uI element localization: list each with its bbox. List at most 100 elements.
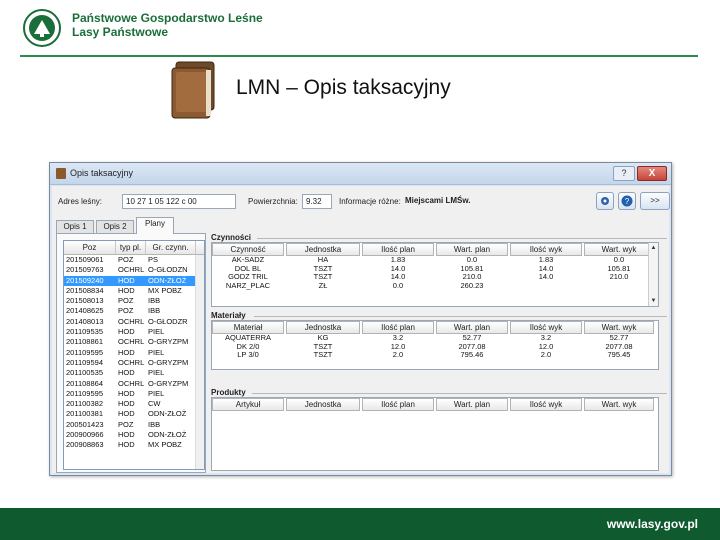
settings-button[interactable] [596,192,614,210]
column-header[interactable]: Wart. wyk [584,243,654,256]
list-scrollbar[interactable] [195,255,204,469]
produkty-grid[interactable]: Artykuł Jednostka Ilość plan Wart. plan Iloś… [211,397,659,471]
list-cell: 201508013 [66,296,104,306]
list-cell: HOD [118,399,135,409]
column-header[interactable]: Jednostka [286,398,360,411]
list-cell: HOD [118,388,135,398]
column-header[interactable]: Czynność [212,243,284,256]
table-cell: 1.83 [390,256,406,264]
column-header[interactable]: Ilość plan [362,321,434,334]
produkty-title: Produkty [211,388,246,397]
col-poz[interactable]: Poz [64,241,116,254]
column-header[interactable]: Ilość wyk [510,243,582,256]
column-header[interactable]: Ilość plan [362,398,434,411]
footer-bar: www.lasy.gov.pl [0,508,720,540]
list-cell: OCHRL [118,265,145,275]
list-cell: 200900966 [66,430,104,440]
list-item[interactable]: 201508013 POZ IBB [64,296,204,306]
list-item[interactable]: 201509763 OCHRL O-GŁODZN [64,265,204,275]
list-cell: 201509240 [66,275,104,285]
column-header[interactable]: Wart. wyk [584,321,654,334]
column-header[interactable]: Materiał [212,321,284,334]
table-cell: KG [317,334,329,342]
info-button[interactable]: ? [618,192,636,210]
help-button[interactable]: ? [613,166,635,181]
list-item[interactable]: 201108861 OCHRL O-GRYZPM [64,337,204,347]
table-cell: 12.0 [538,342,554,351]
address-field[interactable]: 10 27 1 05 122 c 00 [122,194,236,209]
table-cell: AK-SADZ [231,256,265,264]
list-item[interactable]: 201508834 HOD MX POBZ [64,286,204,296]
app-window: Opis taksacyjny ? X Adres leśny: 10 27 1… [49,162,672,476]
tab-opis1[interactable]: Opis 1 [56,220,94,233]
list-item[interactable]: 201100382 HOD CW [64,399,204,409]
table-row[interactable]: LP 3/0 TSZT 2.0 795.46 2.0 795.45 [212,351,658,360]
column-header[interactable]: Ilość wyk [510,321,582,334]
col-typ[interactable]: typ pl. [116,241,146,254]
org-line1: Państwowe Gospodarstwo Leśne [72,11,263,25]
list-cell: O-GRYZPM [148,337,189,347]
table-cell: 14.0 [390,264,406,273]
column-header[interactable]: Ilość plan [362,243,434,256]
table-cell: 3.2 [392,334,404,342]
scroll-up-icon[interactable]: ▲ [650,244,657,252]
list-cell: IBB [148,306,161,316]
list-item[interactable]: 200900966 HOD ODN-ZŁOŻ [64,430,204,440]
table-cell: 105.81 [607,264,631,273]
column-header[interactable]: Artykuł [212,398,284,411]
materialy-grid[interactable]: Materiał Jednostka Ilość plan Wart. plan Ilo… [211,320,659,370]
tab-plany[interactable]: Plany [136,217,174,234]
col-gr[interactable]: Gr. czynn. [146,241,196,254]
close-button[interactable]: X [637,166,667,181]
list-item[interactable]: 201100535 HOD PIEL [64,368,204,378]
table-cell: NARZ_PLAC [225,281,271,290]
table-cell: 0.0 [466,256,478,264]
list-cell: HOD [118,285,135,295]
list-item[interactable]: 201100381 HOD ODN-ZŁOŻ [64,409,204,419]
list-item[interactable]: 201109595 HOD PIEL [64,348,204,358]
column-header[interactable]: Wart. plan [436,243,508,256]
footer-url[interactable]: www.lasy.gov.pl [607,517,698,531]
list-item[interactable]: 201408625 POZ IBB [64,306,204,316]
list-cell: 201509763 [66,265,104,275]
list-item[interactable]: 201109594 OCHRL O-GRYZPM [64,358,204,368]
list-item[interactable]: 201509061 POZ PS [64,255,204,265]
header-divider [20,55,698,57]
window-titlebar[interactable]: Opis taksacyjny ? X [50,163,671,185]
column-header[interactable]: Jednostka [286,321,360,334]
list-cell: ODN-ZŁOŻ [148,409,187,419]
table-row[interactable]: AQUATERRA KG 3.2 52.77 3.2 52.77 [212,334,658,343]
scroll-down-icon[interactable]: ▼ [650,297,657,305]
list-cell: 201109535 [66,327,103,337]
column-header[interactable]: Ilość wyk [510,398,582,411]
czynnosci-scrollbar[interactable]: ▲ ▼ [648,243,658,306]
table-row[interactable]: NARZ_PLAC ZŁ 0.0 260.23 [212,282,658,291]
column-header[interactable]: Jednostka [286,243,360,256]
area-field[interactable]: 9.32 [302,194,332,209]
list-cell: MX POBZ [148,440,182,450]
list-item[interactable]: 201109535 HOD PIEL [64,327,204,337]
list-cell: 200908863 [66,440,104,450]
column-header[interactable]: Wart. plan [436,321,508,334]
list-item[interactable]: 200501423 POZ IBB [64,420,204,430]
table-row[interactable]: GODZ TRIL TSZT 14.0 210.0 14.0 210.0 [212,273,658,282]
window-icon [56,168,66,179]
czynnosci-grid[interactable]: Czynność Jednostka Ilość plan Wart. plan Ilo… [211,242,659,307]
table-row[interactable]: AK-SADZ HA 1.83 0.0 1.83 0.0 [212,256,658,265]
list-item[interactable]: 201408013 OCHRL O-GŁODZR [64,317,204,327]
list-item[interactable]: 201509240 HOD ODN-ZŁOŻ [64,275,204,286]
list-item[interactable]: 200908863 HOD MX POBZ [64,440,204,450]
table-row[interactable]: DOL BL TSZT 14.0 105.81 14.0 105.81 [212,265,658,274]
list-cell: 201108861 [66,337,103,347]
list-item[interactable]: 201109595 HOD PIEL [64,389,204,399]
materialy-title: Materiały [211,311,246,320]
next-button[interactable]: >> [640,192,670,210]
column-header[interactable]: Wart. plan [436,398,508,411]
column-header[interactable]: Wart. wyk [584,398,654,411]
list-cell: PIEL [148,327,165,337]
tab-opis2[interactable]: Opis 2 [96,220,134,233]
address-label: Adres leśny: [58,197,103,206]
list-item[interactable]: 201108864 OCHRL O-GRYZPM [64,379,204,389]
table-row[interactable]: DK 2/0 TSZT 12.0 2077.08 12.0 2077.08 [212,343,658,352]
plan-list[interactable]: Poz typ pl. Gr. czynn. 201509061 POZ PS 201… [63,240,205,470]
